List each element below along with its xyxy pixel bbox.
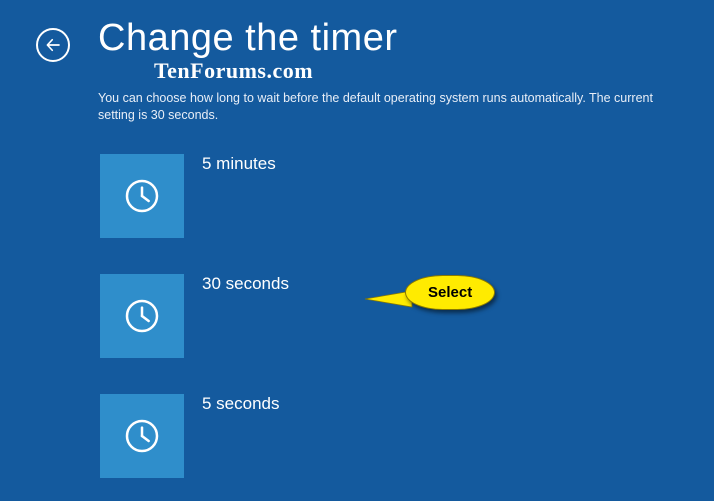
clock-icon	[122, 176, 162, 216]
timer-option-5-minutes[interactable]: 5 minutes	[100, 154, 276, 238]
page-description: You can choose how long to wait before t…	[98, 90, 658, 124]
clock-icon	[122, 296, 162, 336]
back-button[interactable]	[36, 28, 70, 62]
timer-options-list: 5 minutes 30 seconds 5 seconds	[100, 154, 714, 478]
clock-icon	[122, 416, 162, 456]
watermark-text: TenForums.com	[154, 58, 658, 84]
timer-option-5-seconds[interactable]: 5 seconds	[100, 394, 280, 478]
timer-option-30-seconds[interactable]: 30 seconds	[100, 274, 289, 358]
option-tile	[100, 394, 184, 478]
back-arrow-icon	[44, 36, 62, 54]
option-tile	[100, 274, 184, 358]
option-label: 5 seconds	[202, 394, 280, 414]
page-title: Change the timer	[98, 18, 658, 60]
option-tile	[100, 154, 184, 238]
option-label: 5 minutes	[202, 154, 276, 174]
option-label: 30 seconds	[202, 274, 289, 294]
